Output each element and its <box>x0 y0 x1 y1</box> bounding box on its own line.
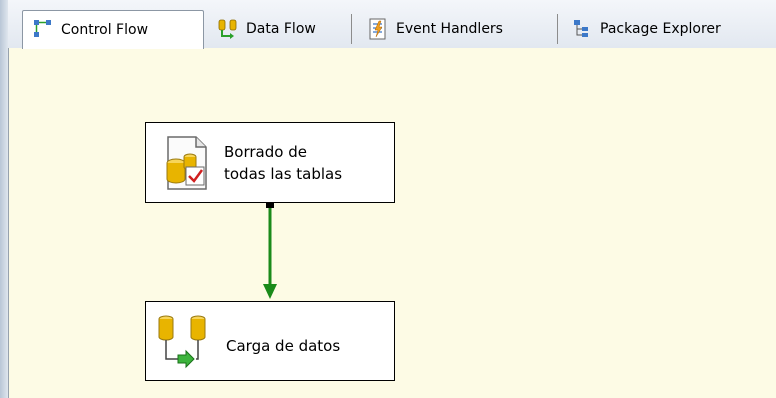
task-label: Borrado de todas las tablas <box>224 141 342 185</box>
connector-arrow-head <box>263 284 277 299</box>
task-label-line1: Borrado de <box>224 142 307 161</box>
task-borrado-de-todas-las-tablas[interactable]: Borrado de todas las tablas <box>145 122 395 203</box>
data-flow-task-icon <box>158 315 206 369</box>
task-carga-de-datos[interactable]: Carga de datos <box>145 301 395 381</box>
control-flow-canvas[interactable]: Borrado de todas las tablas Carga de dat… <box>8 48 776 398</box>
tab-control-flow[interactable]: Control Flow <box>22 10 204 49</box>
tab-label: Event Handlers <box>396 21 503 37</box>
ssis-designer: Control Flow Data Flow Event Handlers Pa… <box>8 0 776 398</box>
tab-label: Control Flow <box>61 22 149 38</box>
precedence-constraint-connector[interactable] <box>259 198 281 308</box>
window-left-border <box>0 0 8 398</box>
task-label-line2: todas las tablas <box>224 164 343 183</box>
tab-label: Package Explorer <box>600 21 721 37</box>
event-handlers-icon <box>369 18 386 40</box>
package-explorer-icon <box>574 20 588 37</box>
connector-start-handle <box>266 202 274 208</box>
data-flow-icon <box>218 19 237 39</box>
tab-package-explorer[interactable]: Package Explorer <box>562 14 762 44</box>
task-label: Carga de datos <box>226 337 341 355</box>
tab-label: Data Flow <box>246 21 316 37</box>
execute-sql-task-icon <box>166 135 207 190</box>
control-flow-icon <box>34 20 51 37</box>
tab-event-handlers[interactable]: Event Handlers <box>358 14 558 44</box>
tab-data-flow[interactable]: Data Flow <box>208 14 352 44</box>
designer-tab-bar: Control Flow Data Flow Event Handlers Pa… <box>8 0 776 49</box>
